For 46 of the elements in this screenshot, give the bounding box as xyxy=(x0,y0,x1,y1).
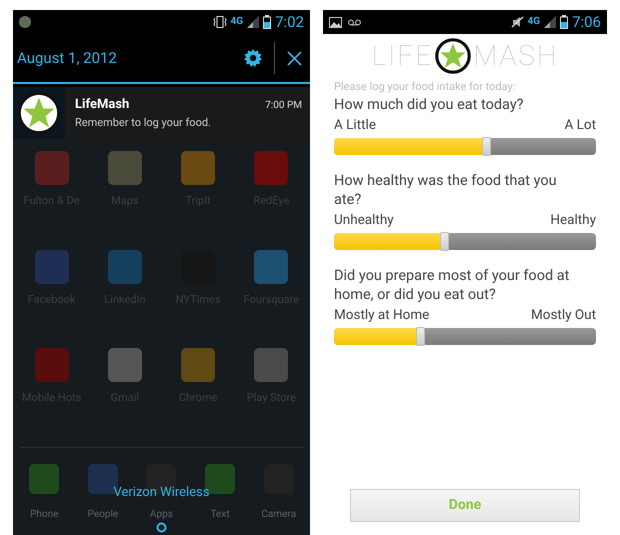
voicemail-icon xyxy=(348,18,361,26)
done-button[interactable]: Done xyxy=(350,489,580,522)
dock-app-label[interactable]: People xyxy=(88,510,118,520)
notification-time: 7:00 PM xyxy=(265,99,302,113)
star-logo-icon xyxy=(435,38,472,74)
battery-icon xyxy=(560,15,568,29)
network-label: 4G xyxy=(230,17,244,27)
network-label: 4G xyxy=(528,17,540,27)
slider-track[interactable] xyxy=(334,138,596,155)
clock-text: 7:06 xyxy=(572,14,601,30)
dock-app-label[interactable]: Phone xyxy=(30,510,58,520)
scale-max-label: Healthy xyxy=(550,210,596,230)
muted-speaker-icon xyxy=(510,16,524,28)
scale-min-label: Mostly at Home xyxy=(334,306,430,325)
prompt-text: Please log your food intake for today: xyxy=(334,80,516,94)
question-text: Did you prepare most of your food at home, or did you eat out? xyxy=(334,266,570,304)
question-text: How healthy was the food that you ate? xyxy=(334,170,558,209)
slider-thumb[interactable] xyxy=(440,232,450,251)
slider-track[interactable] xyxy=(334,232,596,250)
image-icon xyxy=(329,16,342,28)
star-notification-icon xyxy=(19,16,31,28)
notification-title: LifeMash xyxy=(75,96,130,114)
slider-thumb[interactable] xyxy=(482,136,491,156)
dock-app-label[interactable]: Apps xyxy=(150,510,173,520)
signal-icon xyxy=(247,16,260,28)
scale-max-label: Mostly Out xyxy=(530,306,596,325)
clock-text: 7:02 xyxy=(275,14,304,30)
slider-track[interactable] xyxy=(334,328,596,345)
scale-min-label: A Little xyxy=(334,116,376,135)
settings-icon[interactable] xyxy=(244,49,262,67)
slider-thumb[interactable] xyxy=(416,326,426,346)
question-text: How much did you eat today? xyxy=(334,94,525,114)
scale-min-label: Unhealthy xyxy=(334,210,394,230)
signal-icon xyxy=(544,16,556,28)
home-indicator-icon xyxy=(156,522,167,533)
carrier-text: Verizon Wireless xyxy=(112,484,210,502)
close-icon[interactable] xyxy=(287,50,302,66)
vibrate-icon xyxy=(212,16,226,28)
scale-max-label: A Lot xyxy=(564,116,596,135)
notification-text: Remember to log your food. xyxy=(75,114,212,130)
battery-icon xyxy=(263,15,272,29)
star-logo-icon xyxy=(17,91,61,135)
date-text: August 1, 2012 xyxy=(17,48,118,69)
dock-app-label[interactable]: Text xyxy=(210,510,230,520)
notification-card[interactable]: LifeMash 7:00 PM Remember to log your food. xyxy=(13,87,310,139)
dock-app-label[interactable]: Camera xyxy=(261,510,296,520)
